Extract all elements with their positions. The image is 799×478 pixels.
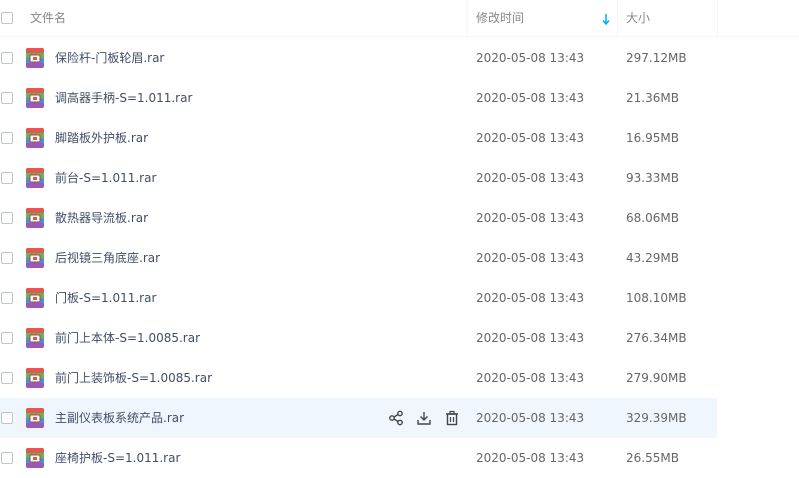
file-row[interactable]: 脚踏板外护板.rar 2020-05-08 13:43 16.95MB: [0, 118, 717, 158]
file-name[interactable]: 门板-S=1.011.rar: [55, 278, 156, 318]
file-name[interactable]: 座椅护板-S=1.011.rar: [55, 438, 180, 478]
row-checkbox[interactable]: [1, 172, 13, 184]
file-name[interactable]: 调高器手柄-S=1.011.rar: [55, 78, 192, 118]
rar-archive-icon: [26, 248, 44, 268]
column-header-name[interactable]: 文件名: [30, 0, 66, 37]
file-size: 93.33MB: [626, 171, 679, 185]
row-checkbox[interactable]: [1, 212, 13, 224]
file-size: 16.95MB: [626, 131, 679, 145]
rar-archive-icon: [26, 168, 44, 188]
file-modified-time: 2020-05-08 13:43: [476, 51, 585, 65]
file-list-header: 文件名 修改时间 大小: [0, 0, 799, 37]
row-checkbox[interactable]: [1, 52, 13, 64]
delete-icon[interactable]: [444, 410, 460, 426]
file-row[interactable]: 保险杆-门板轮眉.rar 2020-05-08 13:43 297.12MB: [0, 38, 717, 78]
file-modified-time: 2020-05-08 13:43: [476, 411, 585, 425]
file-row[interactable]: 前台-S=1.011.rar 2020-05-08 13:43 93.33MB: [0, 158, 717, 198]
file-row[interactable]: 后视镜三角底座.rar 2020-05-08 13:43 43.29MB: [0, 238, 717, 278]
row-checkbox[interactable]: [1, 372, 13, 384]
file-size: 68.06MB: [626, 211, 679, 225]
file-name[interactable]: 主副仪表板系统产品.rar: [55, 398, 184, 438]
file-modified-time: 2020-05-08 13:43: [476, 371, 585, 385]
download-icon[interactable]: [416, 410, 432, 426]
file-modified-time: 2020-05-08 13:43: [476, 331, 585, 345]
column-divider: [617, 0, 618, 37]
file-name[interactable]: 前门上本体-S=1.0085.rar: [55, 318, 200, 358]
file-modified-time: 2020-05-08 13:43: [476, 91, 585, 105]
file-modified-time: 2020-05-08 13:43: [476, 131, 585, 145]
file-size: 276.34MB: [626, 331, 687, 345]
column-header-size[interactable]: 大小: [626, 0, 650, 37]
file-row[interactable]: 散热器导流板.rar 2020-05-08 13:43 68.06MB: [0, 198, 717, 238]
file-modified-time: 2020-05-08 13:43: [476, 251, 585, 265]
file-size: 297.12MB: [626, 51, 687, 65]
file-size: 329.39MB: [626, 411, 687, 425]
rar-archive-icon: [26, 208, 44, 228]
file-modified-time: 2020-05-08 13:43: [476, 451, 585, 465]
rar-archive-icon: [26, 88, 44, 108]
file-name[interactable]: 后视镜三角底座.rar: [55, 238, 160, 278]
row-checkbox[interactable]: [1, 92, 13, 104]
rar-archive-icon: [26, 368, 44, 388]
rar-archive-icon: [26, 448, 44, 468]
file-row[interactable]: 主副仪表板系统产品.rar 2020-05-08 13:43 329.39MB: [0, 398, 717, 438]
file-row[interactable]: 调高器手柄-S=1.011.rar 2020-05-08 13:43 21.36…: [0, 78, 717, 118]
column-divider: [467, 0, 468, 37]
file-size: 108.10MB: [626, 291, 687, 305]
file-row[interactable]: 前门上本体-S=1.0085.rar 2020-05-08 13:43 276.…: [0, 318, 717, 358]
file-row[interactable]: 座椅护板-S=1.011.rar 2020-05-08 13:43 26.55M…: [0, 438, 717, 478]
file-modified-time: 2020-05-08 13:43: [476, 291, 585, 305]
row-checkbox[interactable]: [1, 132, 13, 144]
row-checkbox[interactable]: [1, 252, 13, 264]
row-checkbox[interactable]: [1, 292, 13, 304]
sort-descending-icon[interactable]: [601, 12, 611, 26]
column-header-modified[interactable]: 修改时间: [476, 0, 524, 37]
file-name[interactable]: 保险杆-门板轮眉.rar: [55, 38, 164, 78]
file-modified-time: 2020-05-08 13:43: [476, 211, 585, 225]
file-size: 21.36MB: [626, 91, 679, 105]
file-size: 279.90MB: [626, 371, 687, 385]
share-icon[interactable]: [388, 410, 404, 426]
file-name[interactable]: 散热器导流板.rar: [55, 198, 148, 238]
file-name[interactable]: 前台-S=1.011.rar: [55, 158, 156, 198]
file-size: 26.55MB: [626, 451, 679, 465]
file-name[interactable]: 前门上装饰板-S=1.0085.rar: [55, 358, 212, 398]
rar-archive-icon: [26, 408, 44, 428]
rar-archive-icon: [26, 288, 44, 308]
rar-archive-icon: [26, 328, 44, 348]
row-checkbox[interactable]: [1, 452, 13, 464]
file-name[interactable]: 脚踏板外护板.rar: [55, 118, 148, 158]
file-row[interactable]: 门板-S=1.011.rar 2020-05-08 13:43 108.10MB: [0, 278, 717, 318]
rar-archive-icon: [26, 48, 44, 68]
column-divider: [717, 0, 718, 37]
file-size: 43.29MB: [626, 251, 679, 265]
row-checkbox[interactable]: [1, 332, 13, 344]
file-modified-time: 2020-05-08 13:43: [476, 171, 585, 185]
rar-archive-icon: [26, 128, 44, 148]
row-checkbox[interactable]: [1, 412, 13, 424]
file-row[interactable]: 前门上装饰板-S=1.0085.rar 2020-05-08 13:43 279…: [0, 358, 717, 398]
select-all-checkbox[interactable]: [1, 12, 13, 24]
